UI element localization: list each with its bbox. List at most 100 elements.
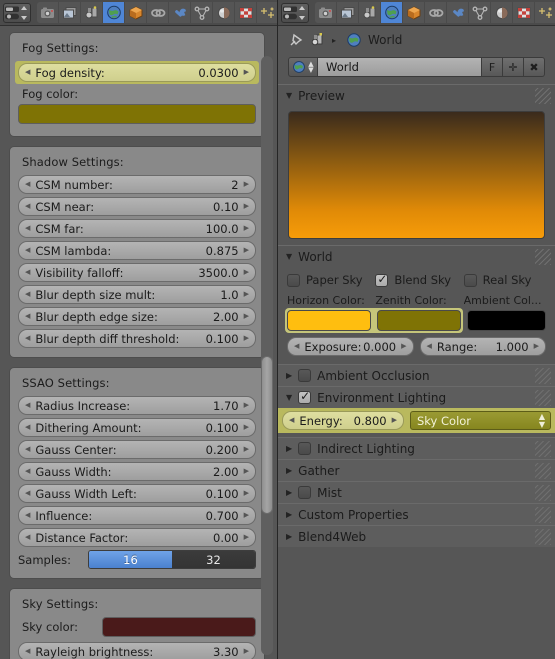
increment-arrow-icon[interactable]: ▶ [534,343,539,350]
increment-arrow-icon[interactable]: ▶ [244,203,249,210]
increment-arrow-icon[interactable]: ▶ [244,402,249,409]
decrement-arrow-icon[interactable]: ◀ [25,269,30,276]
samples-option-32[interactable]: 32 [172,551,255,568]
increment-arrow-icon[interactable]: ▶ [244,181,249,188]
resize-grip-icon[interactable] [535,249,551,265]
physics-tab[interactable] [491,2,513,23]
increment-arrow-icon[interactable]: ▶ [244,269,249,276]
unlink-world-button[interactable]: ✖ [524,57,545,77]
visibility-falloff-field[interactable]: ◀ Visibility falloff: 3500.0 ▶ [18,263,256,282]
world-name-field[interactable]: World [318,57,482,77]
checkbox-icon[interactable] [463,273,477,287]
blur-depth-size-mult-field[interactable]: ◀ Blur depth size mult: 1.0 ▶ [18,285,256,304]
csm-far-field[interactable]: ◀ CSM far: 100.0 ▶ [18,219,256,238]
increment-arrow-icon[interactable]: ▶ [244,534,249,541]
world-section-header[interactable]: ▼ World [278,245,555,267]
decrement-arrow-icon[interactable]: ◀ [25,648,30,655]
editor-type-selector[interactable] [3,2,31,23]
decrement-arrow-icon[interactable]: ◀ [25,512,30,519]
paper-sky-toggle[interactable]: Paper Sky [287,273,369,287]
increment-arrow-icon[interactable]: ▶ [244,424,249,431]
increment-arrow-icon[interactable]: ▶ [244,490,249,497]
blur-depth-diff-threshold-field[interactable]: ◀ Blur depth diff threshold: 0.100 ▶ [18,329,256,348]
resize-grip-icon[interactable] [535,507,551,523]
sky-color-swatch[interactable] [102,617,256,637]
world-preview[interactable] [288,111,545,239]
environment-lighting-section-header[interactable]: ▼ Environment Lighting [278,386,555,408]
increment-arrow-icon[interactable]: ▶ [244,69,249,76]
particles-tab[interactable] [191,2,213,23]
increment-arrow-icon[interactable]: ▶ [244,512,249,519]
gauss-center-field[interactable]: ◀ Gauss Center: 0.200 ▶ [18,440,256,459]
blend4web-section-header[interactable]: ▶ Blend4Web [278,525,555,547]
fog-density-field[interactable]: ◀ Fog density: 0.0300 ▶ [18,63,256,82]
distance-factor-field[interactable]: ◀ Distance Factor: 0.00 ▶ [18,528,256,547]
decrement-arrow-icon[interactable]: ◀ [25,69,30,76]
resize-grip-icon[interactable] [535,368,551,384]
checkbox-icon[interactable] [287,273,300,287]
samples-option-16[interactable]: 16 [89,551,172,568]
scene-icon[interactable] [310,32,326,48]
decrement-arrow-icon[interactable]: ◀ [25,490,30,497]
pin-icon[interactable] [288,32,304,48]
modifiers-tab[interactable] [169,2,191,23]
radius-increase-field[interactable]: ◀ Radius Increase: 1.70 ▶ [18,396,256,415]
resize-grip-icon[interactable] [535,390,551,406]
gauss-width-field[interactable]: ◀ Gauss Width: 2.00 ▶ [18,462,256,481]
increment-arrow-icon[interactable]: ▶ [244,446,249,453]
decrement-arrow-icon[interactable]: ◀ [25,247,30,254]
world-tab[interactable] [103,2,125,23]
csm-near-field[interactable]: ◀ CSM near: 0.10 ▶ [18,197,256,216]
zenith-color-swatch[interactable] [377,310,461,331]
increment-arrow-icon[interactable]: ▶ [244,313,249,320]
increment-arrow-icon[interactable]: ▶ [244,247,249,254]
blur-depth-edge-size-field[interactable]: ◀ Blur depth edge size: 2.00 ▶ [18,307,256,326]
fake-user-button[interactable]: F [482,57,503,77]
decrement-arrow-icon[interactable]: ◀ [25,446,30,453]
scene-tab[interactable] [81,2,103,23]
constraints-tab[interactable] [425,2,447,23]
particles-tab[interactable] [469,2,491,23]
exposure-field[interactable]: ◀ Exposure: 0.000 ▶ [287,337,414,356]
environment-lighting-source-dropdown[interactable]: Sky Color ▲ ▼ [410,411,551,430]
dithering-amount-field[interactable]: ◀ Dithering Amount: 0.100 ▶ [18,418,256,437]
decrement-arrow-icon[interactable]: ◀ [25,402,30,409]
datablock-type-selector[interactable]: ▲ ▼ [288,57,318,77]
range-field[interactable]: ◀ Range: 1.000 ▶ [419,337,546,356]
increment-arrow-icon[interactable]: ▶ [244,335,249,342]
preview-section-header[interactable]: ▼ Preview [278,84,555,106]
samples-segmented-control[interactable]: 16 32 [88,550,256,569]
decrement-arrow-icon[interactable]: ◀ [289,417,294,424]
object-tab[interactable] [403,2,425,23]
increment-arrow-icon[interactable]: ▶ [401,343,406,350]
csm-lambda-field[interactable]: ◀ CSM lambda: 0.875 ▶ [18,241,256,260]
resize-grip-icon[interactable] [535,463,551,479]
render-tab[interactable] [37,2,59,23]
custom-properties-section-header[interactable]: ▶ Custom Properties [278,503,555,525]
object-tab[interactable] [125,2,147,23]
checkbox-icon[interactable] [298,486,312,499]
blend-sky-toggle[interactable]: Blend Sky [375,272,457,287]
decrement-arrow-icon[interactable]: ◀ [25,534,30,541]
render-layers-tab[interactable] [59,2,81,23]
decrement-arrow-icon[interactable]: ◀ [294,343,299,350]
rayleigh-brightness-field[interactable]: ◀ Rayleigh brightness: 3.30 ▶ [18,642,256,659]
world-tab[interactable] [381,2,403,23]
increment-arrow-icon[interactable]: ▶ [244,225,249,232]
ambient-color-swatch[interactable] [467,310,546,331]
texture-tab[interactable] [235,2,257,23]
csm-number-field[interactable]: ◀ CSM number: 2 ▶ [18,175,256,194]
fog-color-swatch[interactable] [18,104,256,124]
decrement-arrow-icon[interactable]: ◀ [25,203,30,210]
material-tab[interactable] [535,2,555,23]
chevron-updown-icon[interactable]: ▲ ▼ [308,61,313,74]
resize-grip-icon[interactable] [535,441,551,457]
decrement-arrow-icon[interactable]: ◀ [25,181,30,188]
constraints-tab[interactable] [147,2,169,23]
gather-section-header[interactable]: ▶ Gather [278,459,555,481]
decrement-arrow-icon[interactable]: ◀ [25,225,30,232]
indirect-lighting-section-header[interactable]: ▶ Indirect Lighting [278,437,555,459]
increment-arrow-icon[interactable]: ▶ [392,417,397,424]
decrement-arrow-icon[interactable]: ◀ [25,313,30,320]
checkbox-checked-icon[interactable] [375,272,389,287]
